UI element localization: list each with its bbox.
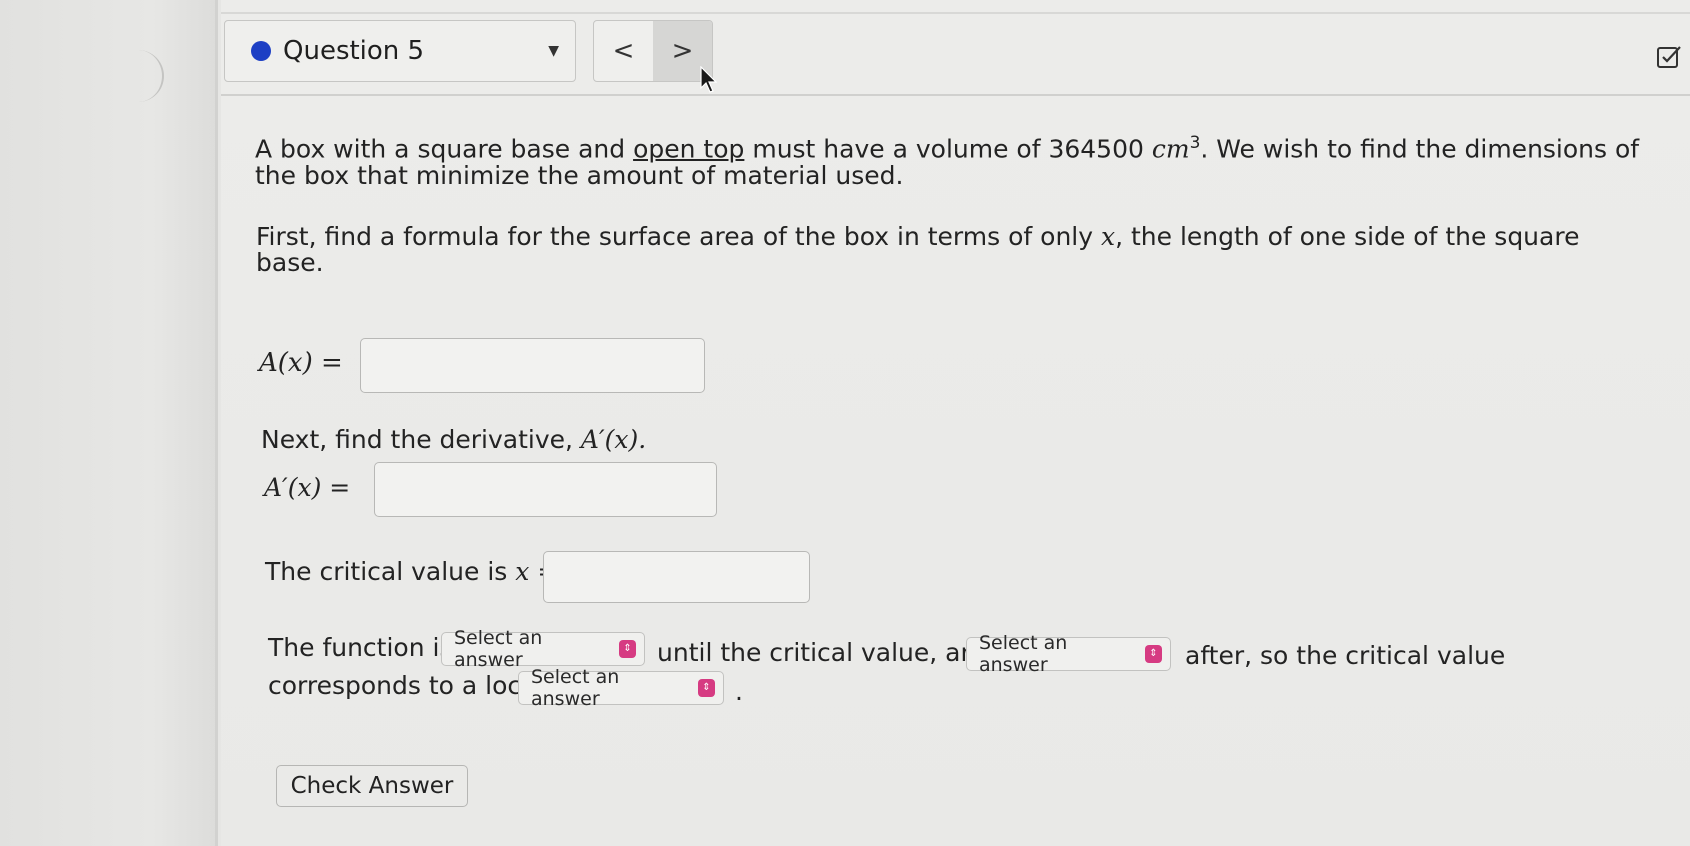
question-selector[interactable]: Question 5 ▼ [224, 20, 576, 82]
instruction-line-2: base. [256, 248, 324, 277]
derivative-input[interactable] [374, 462, 717, 517]
select-chevron-icon: ⇕ [697, 679, 715, 697]
check-answer-button[interactable]: Check Answer [276, 765, 468, 807]
function-text-3: after, so the critical value [1185, 641, 1506, 670]
status-dot-icon [251, 41, 271, 61]
header-divider [221, 94, 1690, 96]
question-nav: < > [593, 20, 713, 82]
area-label: A(x) = [259, 348, 343, 378]
select-value: Select an answer [979, 632, 1068, 676]
decorative-arc [118, 50, 164, 102]
top-rule [221, 12, 1690, 14]
extremum-type-select[interactable]: Select an answer ⇕ [518, 666, 724, 710]
sidebar-divider [215, 0, 218, 846]
problem-line-2: the box that minimize the amount of mate… [255, 161, 904, 190]
checkbox-edit-icon[interactable] [1656, 44, 1682, 70]
behavior-after-select[interactable]: Select an answer ⇕ [966, 632, 1171, 676]
mouse-pointer-icon [700, 66, 718, 93]
left-sidebar [0, 0, 218, 846]
function-text-1: The function is [268, 633, 453, 662]
question-panel [221, 0, 1690, 846]
prev-question-button[interactable]: < [594, 21, 653, 81]
derivative-label: A′(x) = [264, 473, 351, 502]
critical-value-input[interactable] [543, 551, 810, 603]
caret-down-icon: ▼ [548, 43, 559, 59]
select-value: Select an answer [531, 666, 620, 710]
problem-line-1: A box with a square base and open top mu… [255, 133, 1640, 164]
function-text-2: until the critical value, and [657, 638, 993, 667]
unit: cm [1151, 134, 1190, 164]
question-title: Question 5 [283, 36, 425, 66]
open-top-term: open top [633, 134, 745, 164]
critical-value-label: The critical value is x = [265, 557, 559, 586]
function-text-4: corresponds to a local [268, 671, 544, 700]
select-chevron-icon: ⇕ [619, 640, 636, 658]
area-formula-input[interactable] [360, 338, 705, 393]
behavior-before-select[interactable]: Select an answer ⇕ [441, 627, 645, 671]
instruction-line-1: First, find a formula for the surface ar… [256, 222, 1580, 251]
select-value: Select an answer [454, 627, 543, 671]
select-chevron-icon: ⇕ [1145, 645, 1162, 663]
function-text-5: . [735, 677, 743, 706]
derivative-prompt: Next, find the derivative, A′(x). [261, 425, 647, 454]
